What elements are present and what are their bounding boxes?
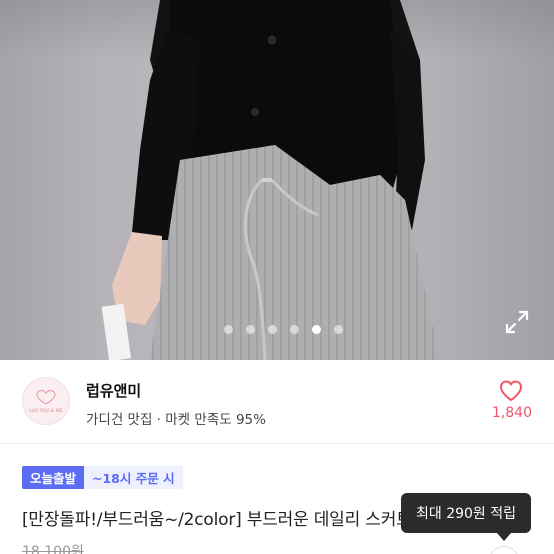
product-price: 18,100원 [22,544,84,554]
badge-order-deadline: ~18시 주문 시 [84,466,183,489]
like-count: 1,840 [491,405,532,421]
pagination-dot[interactable] [334,324,343,334]
pagination-dot[interactable] [290,324,299,334]
section-divider [0,443,554,444]
points-tooltip: 최대 290원 적립 [401,493,531,533]
shop-name[interactable]: 럽유앤미 [86,380,141,401]
tooltip-text: 최대 290원 적립 [415,506,517,522]
pagination-dot[interactable] [268,324,277,334]
expand-icon[interactable] [503,308,531,336]
badge-today-shipping: 오늘출발 [22,466,85,489]
svg-text:LUV YOU & ME: LUV YOU & ME [29,408,62,414]
delivery-badge: 오늘출발 ~18시 주문 시 [22,466,183,489]
tooltip-arrow [497,533,511,541]
points-button[interactable] [489,546,519,554]
heart-icon[interactable] [498,378,524,404]
product-photo-illustration [101,0,440,360]
gallery-pagination [224,324,343,334]
shop-description: 가디건 맛집 · 마켓 만족도 95% [86,412,266,428]
pagination-dot[interactable] [224,324,233,334]
product-photo[interactable] [0,0,554,360]
pagination-dot-active[interactable] [312,324,321,334]
shop-logo[interactable]: LUV YOU & ME [22,377,70,425]
pagination-dot[interactable] [246,324,255,334]
shop-info-row[interactable]: LUV YOU & ME 럽유앤미 가디건 맛집 · 마켓 만족도 95% [0,360,554,442]
